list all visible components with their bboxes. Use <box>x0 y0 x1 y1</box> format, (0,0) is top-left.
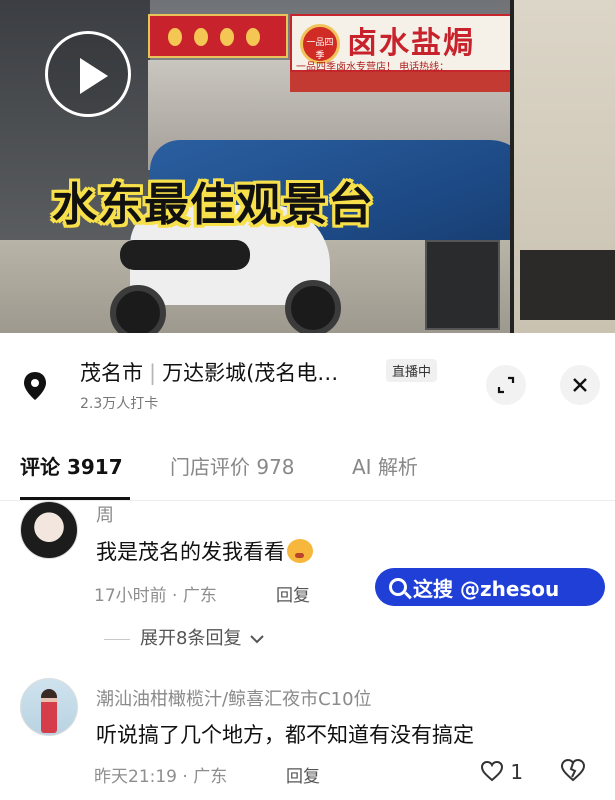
divider <box>104 638 130 640</box>
chevron-down-icon <box>250 635 264 644</box>
comment-text: 听说搞了几个地方，都不知道有没有搞定 <box>96 723 474 747</box>
trash-bin <box>425 240 500 330</box>
expand-icon <box>497 376 515 394</box>
comment-text-body: 我是茂名的发我看看 <box>96 540 285 564</box>
dislike-button[interactable] <box>560 758 586 788</box>
watermark: 这搜 @zhesou <box>375 568 605 606</box>
truck-rear <box>520 250 615 320</box>
search-icon <box>389 578 407 596</box>
shop-sign-main: 一品四季 卤水盐焗 一品四季卤水专营店！ 电话热线： <box>290 14 512 73</box>
shop-awning <box>290 72 512 92</box>
location-city: 茂名市 <box>80 361 143 385</box>
comment-region: 广东 <box>193 767 228 787</box>
comment-time: 昨天21:19 <box>94 767 177 787</box>
expand-button[interactable] <box>486 365 526 405</box>
expand-replies-label: 展开8条回复 <box>140 628 242 649</box>
close-button[interactable] <box>560 365 600 405</box>
video-player[interactable]: 一品四季 卤水盐焗 一品四季卤水专营店！ 电话热线： 水东最佳观景台 <box>0 0 615 333</box>
checkin-count: 2.3万人打卡 <box>80 396 159 412</box>
expand-replies-button[interactable]: 展开8条回复 <box>104 624 265 650</box>
tab-ai-analysis[interactable]: AI 解析 <box>352 451 418 480</box>
comment-time: 17小时前 <box>94 586 167 606</box>
comment-meta: 昨天21:19 · 广东 <box>94 767 228 787</box>
reply-button[interactable]: 回复 <box>286 762 320 787</box>
play-icon[interactable] <box>45 31 131 117</box>
tab-bar: 评论 3917 门店评价 978 AI 解析 <box>0 451 615 501</box>
broken-heart-icon <box>560 758 586 782</box>
location-place: 万达影城(茂名电… <box>162 361 339 385</box>
emoji-icon <box>287 539 313 563</box>
shop-sign-left <box>148 14 288 58</box>
close-icon <box>573 378 587 392</box>
comment-username[interactable]: 潮汕油柑橄榄汁/鲸喜汇夜市C10位 <box>96 685 372 711</box>
scooter-seat <box>120 240 250 270</box>
heart-icon <box>480 760 504 782</box>
avatar[interactable] <box>20 678 78 736</box>
reply-button[interactable]: 回复 <box>276 581 310 606</box>
location-sheet: 茂名市 | 万达影城(茂名电… 直播中 2.3万人打卡 评论 3917 门店评价 9… <box>0 333 615 800</box>
live-badge[interactable]: 直播中 <box>386 359 438 382</box>
comment-text: 我是茂名的发我看看 <box>96 536 313 566</box>
video-overlay-title: 水东最佳观景台 <box>52 178 375 231</box>
location-title[interactable]: 茂名市 | 万达影城(茂名电… <box>80 357 338 387</box>
tab-store-reviews[interactable]: 门店评价 978 <box>170 451 295 480</box>
scooter-wheel <box>110 285 166 333</box>
comment-region: 广东 <box>182 586 217 606</box>
like-button[interactable]: 1 <box>480 760 523 784</box>
avatar[interactable] <box>20 501 78 559</box>
shop-sign-text: 卤水盐焗 <box>347 26 475 61</box>
comment-meta: 17小时前 · 广东 <box>94 586 217 606</box>
comment-username[interactable]: 周 <box>96 501 114 527</box>
scooter-wheel <box>285 280 341 333</box>
tab-comments[interactable]: 评论 3917 <box>20 451 123 480</box>
shop-sign-subtext: 一品四季卤水专营店！ 电话热线： <box>296 62 450 73</box>
title-separator: | <box>149 361 157 385</box>
location-pin-icon <box>24 372 46 400</box>
watermark-text: 这搜 @zhesou <box>413 576 560 601</box>
divider <box>0 500 615 501</box>
like-count: 1 <box>510 760 524 784</box>
